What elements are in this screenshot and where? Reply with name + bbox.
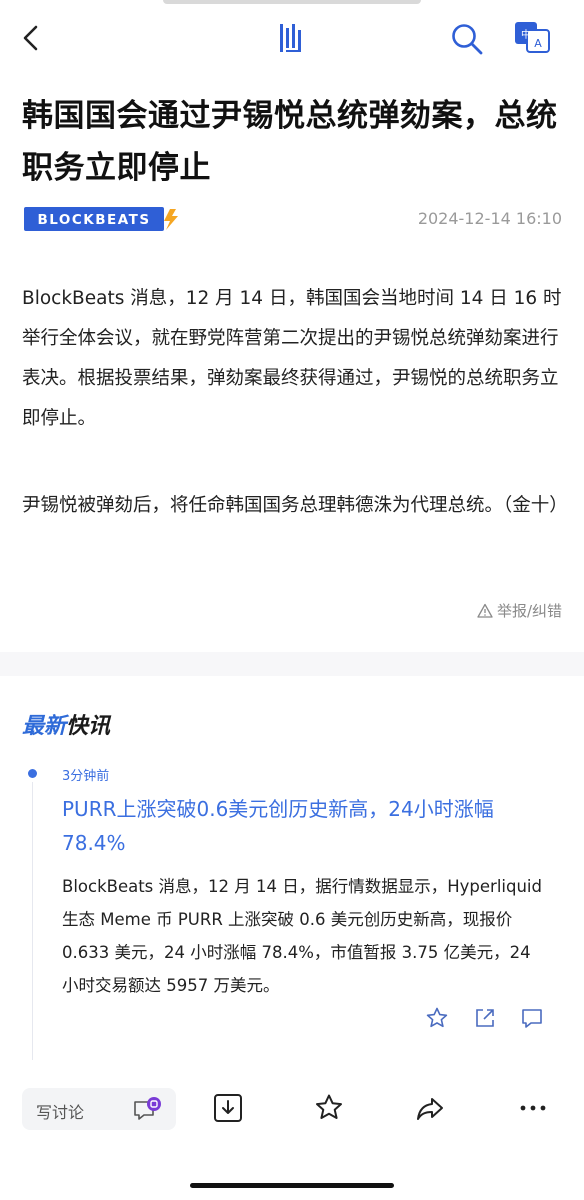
warning-icon — [477, 603, 493, 618]
download-icon[interactable] — [212, 1092, 244, 1124]
bookmark-star-icon[interactable] — [313, 1092, 345, 1124]
home-indicator — [190, 1183, 394, 1188]
app-logo-icon[interactable] — [278, 22, 306, 54]
timeline-dot — [28, 769, 37, 778]
translate-icon[interactable]: 中 A — [514, 20, 550, 54]
latest-heading-rest: 快讯 — [66, 714, 111, 739]
news-body: BlockBeats 消息，12 月 14 日，据行情数据显示，Hyperliq… — [62, 877, 542, 995]
source-label: BLOCKBEATS — [37, 212, 150, 228]
news-title-link[interactable]: PURR上涨突破0.6美元创历史新高，24小时涨幅78.4% — [62, 792, 547, 860]
article-paragraph-2: 尹锡悦被弹劾后，将任命韩国国务总理韩德洙为代理总统。（金十） — [22, 495, 568, 516]
article-title: 韩国国会通过尹锡悦总统弹劾案，总统职务立即停止 — [22, 98, 558, 186]
more-icon[interactable] — [517, 1092, 549, 1124]
translate-cn-glyph: 中 — [521, 28, 531, 41]
news-time: 3分钟前 — [62, 769, 110, 784]
chevron-left-icon[interactable] — [14, 20, 50, 56]
translate-en-glyph: A — [534, 37, 542, 50]
latest-news-heading: 最新快讯 — [22, 708, 110, 740]
top-nav: 中 A — [0, 0, 584, 80]
report-label: 举报/纠错 — [496, 602, 562, 620]
section-divider — [0, 652, 584, 676]
share-forward-icon[interactable] — [414, 1092, 446, 1124]
comment-bubble-icon — [134, 1097, 161, 1120]
article-paragraph-1: BlockBeats 消息，12 月 14 日，韩国国会当地时间 14 日 16… — [22, 288, 562, 429]
comment-placeholder: 写讨论 — [36, 1103, 85, 1122]
bottom-toolbar: 写讨论 — [0, 1078, 584, 1148]
comment-input[interactable]: 写讨论 — [22, 1088, 176, 1130]
search-icon[interactable] — [448, 20, 486, 58]
star-icon[interactable] — [425, 1006, 449, 1030]
report-link[interactable]: 举报/纠错 — [477, 600, 562, 621]
publish-date: 2024-12-14 16:10 — [417, 209, 562, 228]
blockbeats-logo: BLOCKBEATS — [24, 207, 182, 231]
comment-icon[interactable] — [520, 1006, 544, 1030]
latest-heading-accent: 最新 — [22, 714, 67, 739]
news-actions — [0, 1006, 584, 1036]
share-icon[interactable] — [473, 1006, 497, 1030]
